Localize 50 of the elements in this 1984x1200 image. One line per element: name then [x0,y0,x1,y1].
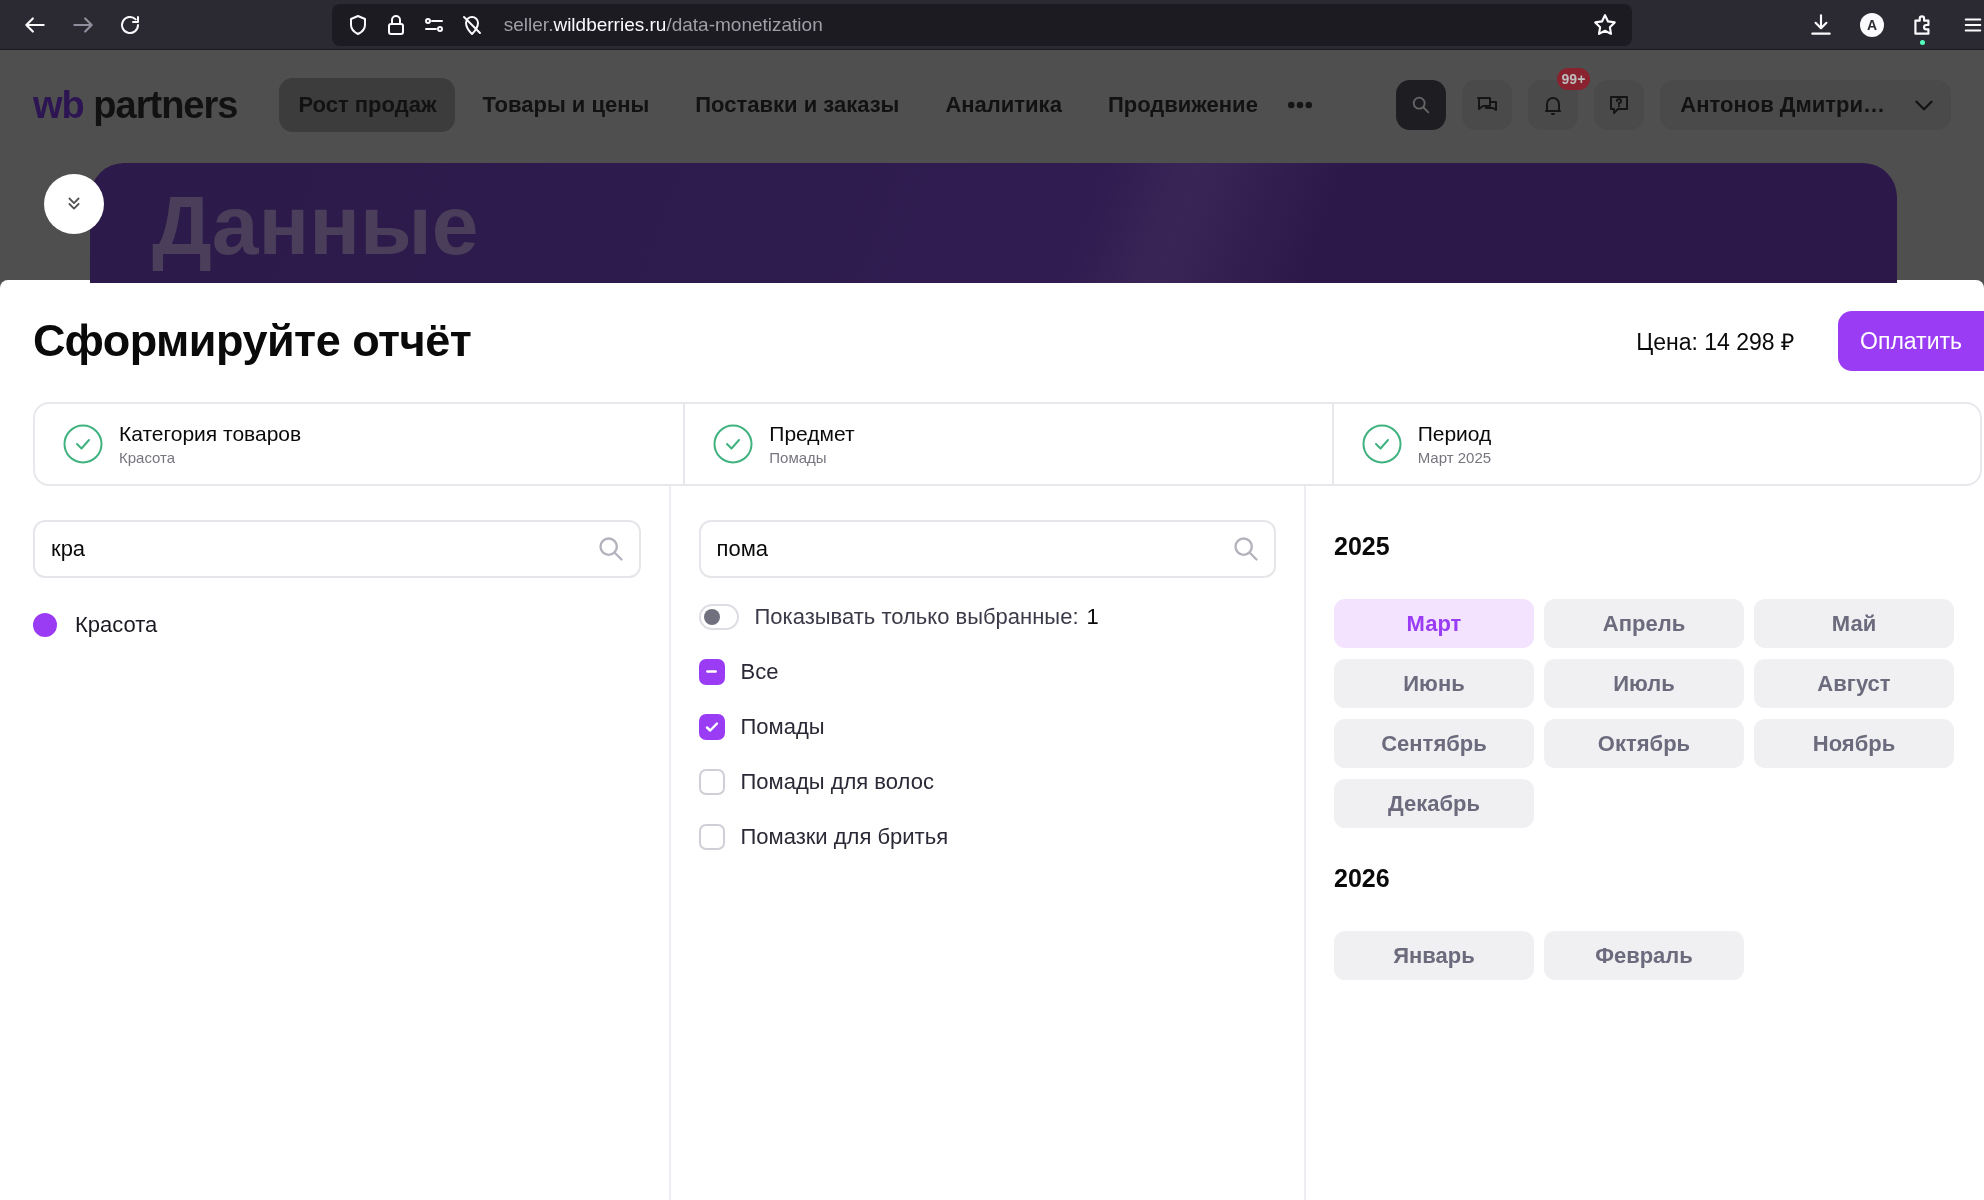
nav-tab[interactable]: Поставки и заказы [676,78,919,132]
month-button[interactable]: Апрель [1544,599,1744,648]
search-field[interactable]: пома [698,520,1276,578]
pay-button[interactable]: Оплатить [1838,311,1984,371]
checkbox-label[interactable]: Все [740,658,779,685]
month-button[interactable]: Январь [1334,931,1534,980]
step-title[interactable]: Период [1417,422,1492,446]
step-value: Помады [769,449,828,466]
checkbox[interactable] [698,658,725,685]
checkbox-label[interactable]: Помады [740,713,825,740]
step-title[interactable]: Категория товаров [119,422,302,446]
selected-count: 1 [1086,604,1099,630]
download-icon[interactable] [1808,11,1834,38]
nav-tab[interactable]: Аналитика [926,78,1081,132]
notification-badge: 99+ [1556,68,1591,90]
search-icon [596,535,625,563]
checkbox[interactable] [698,713,725,740]
step-value: Красота [119,449,177,466]
nav-tab[interactable]: Товары и цены [463,78,669,132]
year-heading: 2026 [1334,864,1391,893]
month-button[interactable]: Октябрь [1544,719,1744,768]
price-label: Цена: 14 298 ₽ [1636,328,1795,357]
profile-avatar[interactable]: A [1860,12,1884,37]
toggle-switch[interactable] [698,604,739,630]
month-button[interactable]: Август [1754,659,1954,708]
month-button[interactable]: Июнь [1334,659,1534,708]
radio-dot[interactable] [33,613,57,637]
minus-icon [706,670,717,673]
search-icon [1232,535,1260,563]
month-button[interactable]: Февраль [1544,931,1744,980]
checkbox-label[interactable]: Помады для волос [740,768,934,795]
month-button[interactable]: Май [1754,599,1954,648]
toggle-label: Показывать только выбранные: [754,604,1079,630]
month-button[interactable]: Июль [1544,659,1744,708]
month-button[interactable]: Март [1334,599,1534,648]
checkbox-label[interactable]: Помазки для бритья [740,823,949,850]
year-heading: 2025 [1334,532,1391,561]
nav-tab[interactable]: Продвижение [1088,78,1277,132]
url-text[interactable]: seller.wildberries.ru/data-monetization [503,13,823,36]
option-label[interactable]: Красота [75,612,158,638]
step-value: Март 2025 [1417,449,1492,466]
collapse-button[interactable] [44,174,104,234]
logo[interactable]: wb partners [33,83,238,127]
page-title: Сформируйте отчёт [33,315,472,367]
month-button[interactable]: Ноябрь [1754,719,1954,768]
star-icon[interactable] [1592,11,1618,38]
step-title[interactable]: Предмет [769,422,855,446]
month-button[interactable]: Сентябрь [1334,719,1534,768]
month-button[interactable]: Декабрь [1334,779,1534,828]
search-field[interactable]: кра [33,520,641,578]
